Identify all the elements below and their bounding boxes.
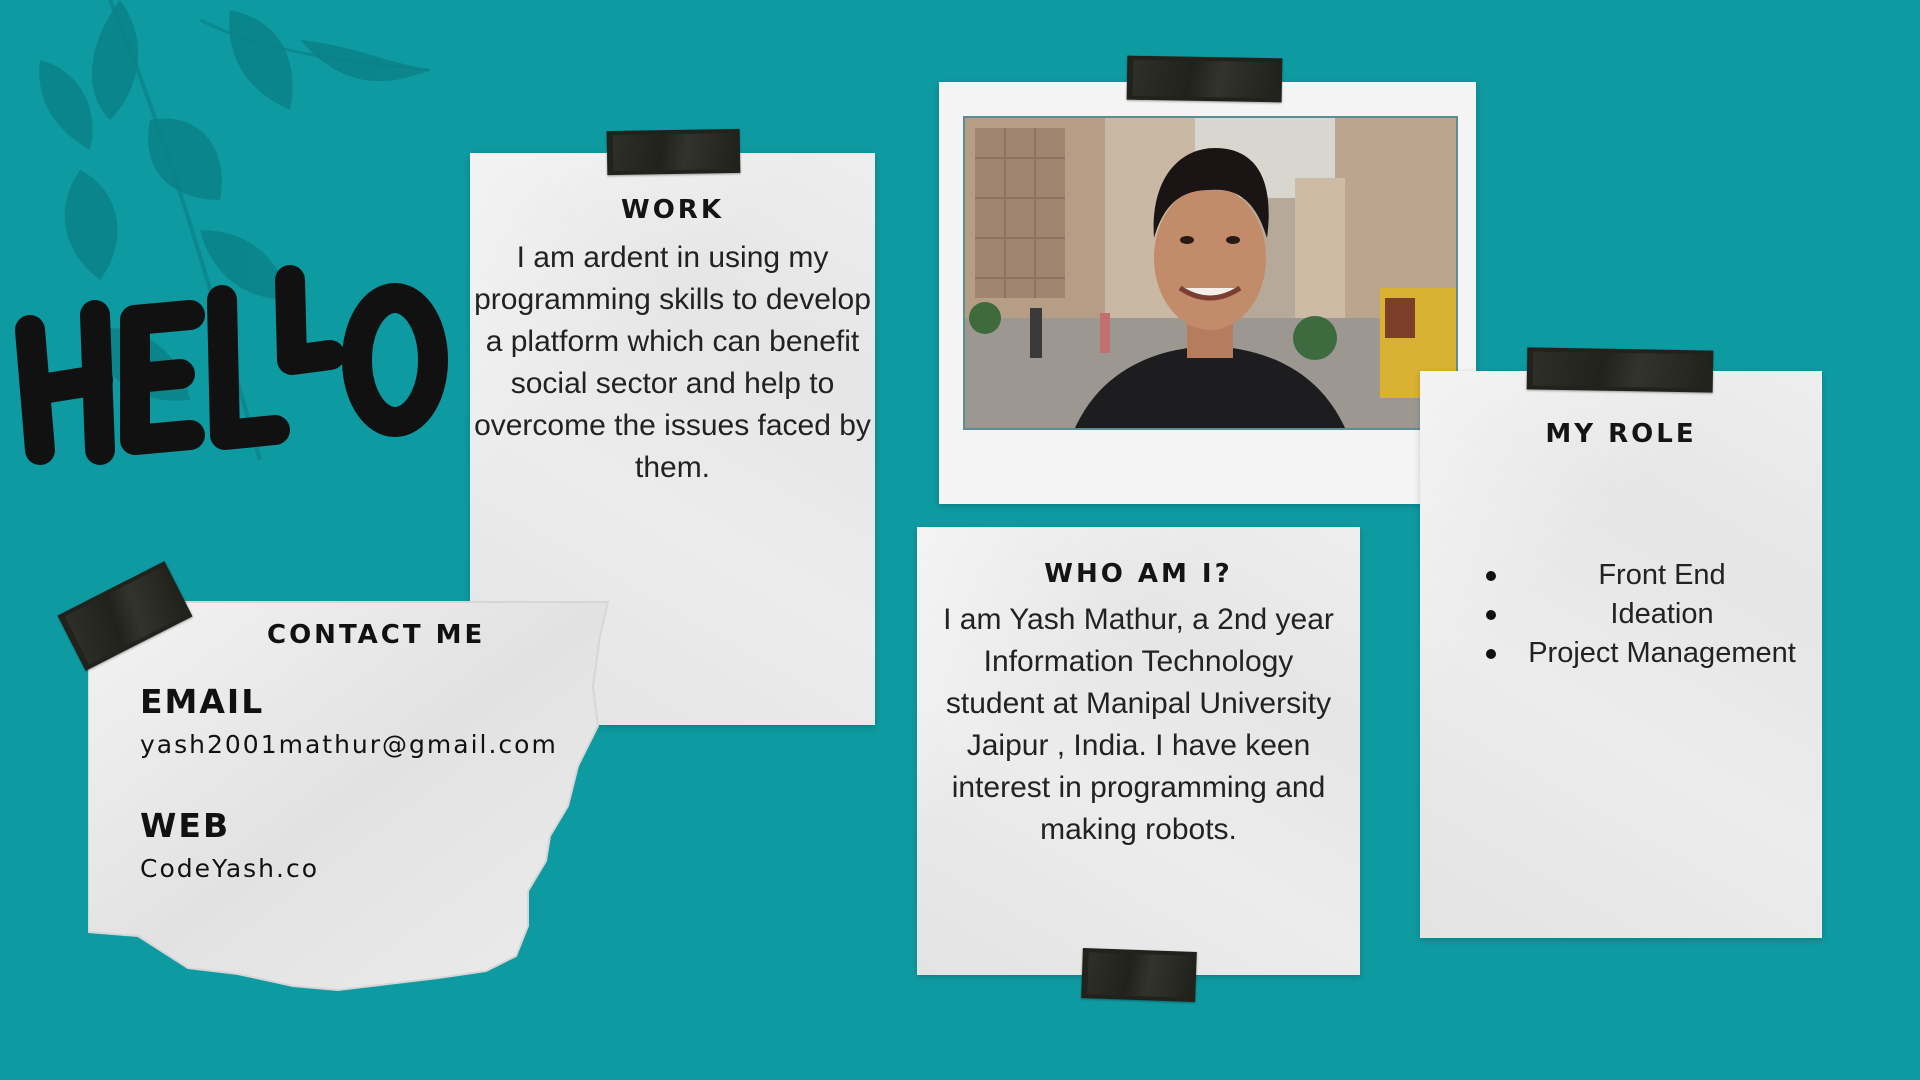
tape-strip-icon: [1126, 55, 1283, 103]
who-title: WHO AM I?: [1044, 559, 1233, 589]
who-line: I am Yash Mathur, a 2nd year: [943, 603, 1334, 636]
profile-photo-illustration: [965, 118, 1456, 428]
role-title: MY ROLE: [1545, 419, 1697, 449]
role-item-label: Project Management: [1528, 637, 1796, 669]
profile-photo: [963, 116, 1458, 430]
who-line: Jaipur , India. I have keen: [966, 729, 1311, 762]
bullet-icon: [1486, 649, 1496, 659]
slide-canvas: WORK I am ardent in using my programming…: [0, 0, 1920, 1080]
list-item: Ideation: [1482, 595, 1802, 634]
role-list: Front End Ideation Project Management: [1482, 556, 1802, 673]
who-line: student at Manipal University: [945, 687, 1332, 720]
web-link[interactable]: CodeYash.co: [140, 854, 319, 883]
tape-strip-icon: [1526, 347, 1714, 393]
work-line: programming skills to develop: [474, 283, 871, 316]
list-item: Front End: [1482, 556, 1802, 595]
who-line: interest in programming and: [951, 771, 1326, 804]
who-line: making robots.: [1040, 813, 1237, 846]
work-line: a platform which can benefit: [485, 325, 860, 358]
list-item: Project Management: [1482, 634, 1802, 673]
work-line: social sector and help to: [510, 367, 835, 400]
email-label: EMAIL: [140, 682, 265, 721]
email-link[interactable]: yash2001mathur@gmail.com: [140, 730, 558, 759]
profile-photo-frame: [939, 82, 1476, 504]
work-line: overcome the issues faced by: [474, 409, 871, 442]
hello-heading: [15, 265, 448, 465]
role-item-label: Ideation: [1610, 598, 1714, 630]
web-label: WEB: [140, 806, 231, 845]
who-line: Information Technology: [983, 645, 1294, 678]
bullet-icon: [1486, 610, 1496, 620]
tape-strip-icon: [1081, 948, 1197, 1002]
contact-title: CONTACT ME: [267, 620, 486, 650]
work-line: them.: [634, 451, 711, 484]
bullet-icon: [1486, 571, 1496, 581]
work-line: I am ardent in using my: [516, 241, 829, 274]
tape-strip-icon: [606, 128, 741, 176]
contact-card: [88, 601, 610, 992]
who-description: I am Yash Mathur, a 2nd year Information…: [917, 599, 1360, 851]
work-description: I am ardent in using my programming skil…: [470, 237, 875, 489]
work-title: WORK: [621, 195, 724, 225]
role-item-label: Front End: [1598, 559, 1726, 591]
who-card: WHO AM I? I am Yash Mathur, a 2nd year I…: [917, 527, 1360, 975]
